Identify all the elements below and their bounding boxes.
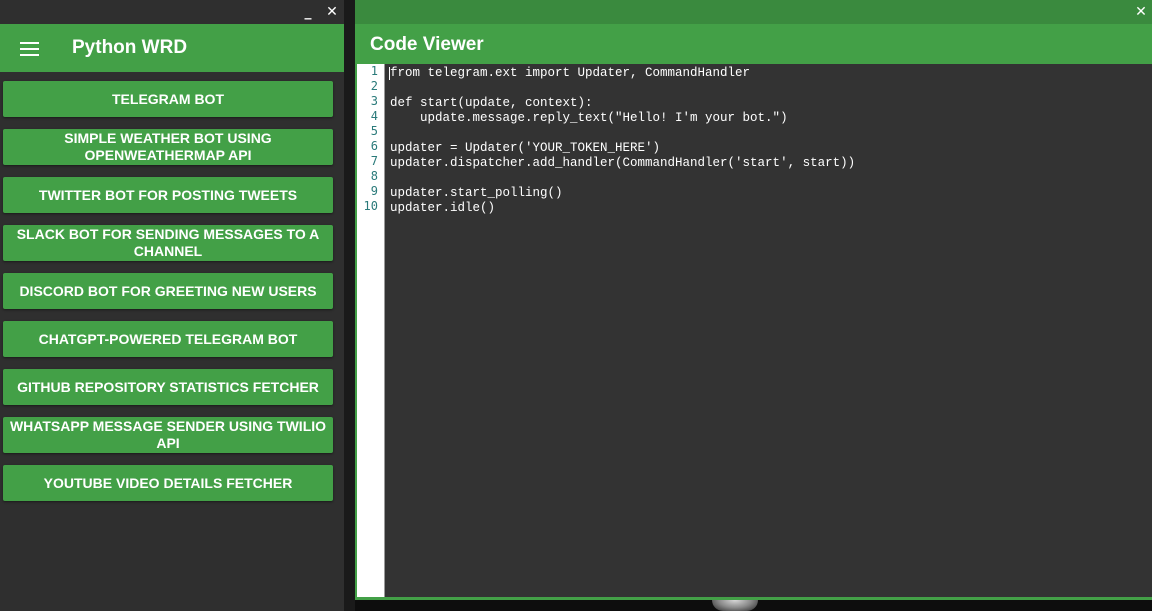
item-whatsapp-sender[interactable]: WHATSAPP MESSAGE SENDER USING TWILIO API [3, 417, 333, 453]
viewer-app-bar: Code Viewer [355, 24, 1152, 64]
item-telegram-bot[interactable]: TELEGRAM BOT [3, 81, 333, 117]
minimize-icon: _ [304, 4, 312, 20]
item-discord-bot[interactable]: DISCORD BOT FOR GREETING NEW USERS [3, 273, 333, 309]
code-line: updater = Updater('YOUR_TOKEN_HERE') [390, 141, 661, 155]
code-line: from telegram.ext import Updater, Comman… [390, 66, 751, 80]
code-viewer-window: ✕ Code Viewer 1 2 3 4 5 6 7 8 9 10 from … [355, 0, 1152, 600]
code-line: updater.start_polling() [390, 186, 563, 200]
line-number: 1 [370, 64, 378, 78]
window-gap [344, 0, 355, 611]
code-line: updater.idle() [390, 201, 496, 215]
app-bar: Python WRD [0, 24, 344, 72]
line-number: 6 [370, 139, 378, 153]
item-youtube-fetcher[interactable]: YOUTUBE VIDEO DETAILS FETCHER [3, 465, 333, 501]
hamburger-icon[interactable] [20, 40, 40, 56]
minimize-button[interactable]: _ [298, 2, 318, 22]
line-number: 5 [370, 124, 378, 138]
code-editor[interactable]: 1 2 3 4 5 6 7 8 9 10 from telegram.ext i… [357, 64, 1152, 597]
item-weather-bot[interactable]: SIMPLE WEATHER BOT USING OPENWEATHERMAP … [3, 129, 333, 165]
code-line: updater.dispatcher.add_handler(CommandHa… [390, 156, 856, 170]
desktop-background-object [712, 600, 758, 611]
line-number: 10 [363, 199, 378, 213]
line-number: 8 [370, 169, 378, 183]
item-slack-bot[interactable]: SLACK BOT FOR SENDING MESSAGES TO A CHAN… [3, 225, 333, 261]
item-github-stats[interactable]: GITHUB REPOSITORY STATISTICS FETCHER [3, 369, 333, 405]
left-window: _ ✕ Python WRD TELEGRAM BOT SIMPLE WEATH… [0, 0, 344, 611]
close-icon: ✕ [1135, 4, 1147, 20]
item-chatgpt-telegram-bot[interactable]: CHATGPT-POWERED TELEGRAM BOT [3, 321, 333, 357]
line-number: 7 [370, 154, 378, 168]
close-icon: ✕ [326, 4, 338, 20]
line-number: 9 [370, 184, 378, 198]
line-number: 3 [370, 94, 378, 108]
viewer-title: Code Viewer [370, 34, 484, 55]
close-button[interactable]: ✕ [322, 2, 342, 22]
line-number-gutter: 1 2 3 4 5 6 7 8 9 10 [357, 64, 385, 597]
code-line: update.message.reply_text("Hello! I'm yo… [390, 111, 788, 125]
item-twitter-bot[interactable]: TWITTER BOT FOR POSTING TWEETS [3, 177, 333, 213]
line-number: 2 [370, 79, 378, 93]
left-window-titlebar[interactable]: _ ✕ [0, 0, 344, 24]
code-line: def start(update, context): [390, 96, 593, 110]
line-number: 4 [370, 109, 378, 123]
viewer-close-button[interactable]: ✕ [1131, 2, 1151, 22]
app-title: Python WRD [72, 37, 188, 58]
code-viewer-titlebar[interactable]: ✕ [355, 0, 1152, 24]
